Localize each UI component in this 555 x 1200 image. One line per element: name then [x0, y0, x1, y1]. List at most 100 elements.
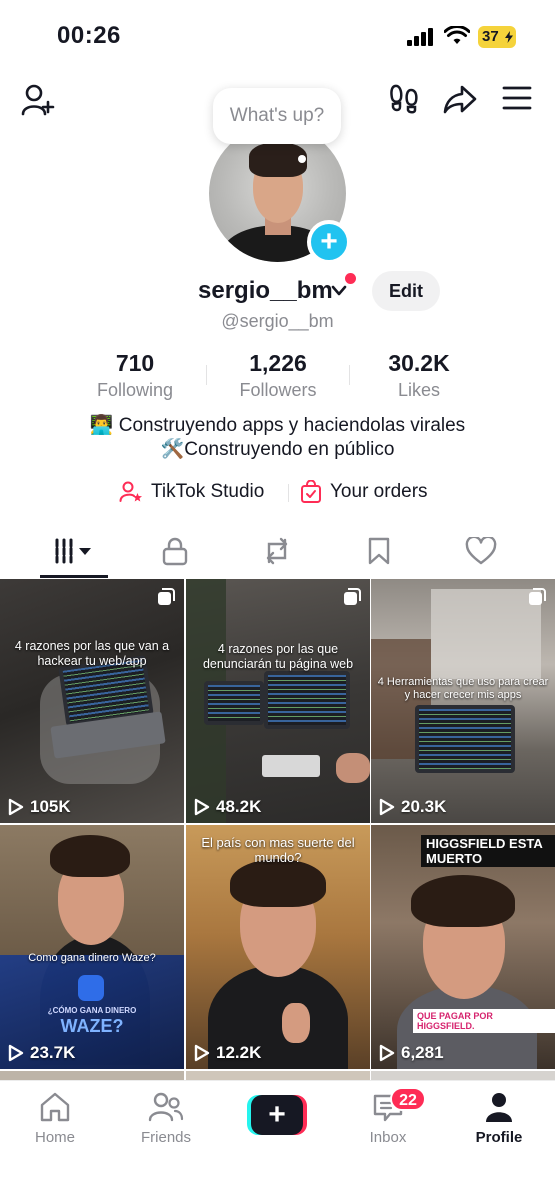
battery-indicator: 37: [478, 26, 516, 48]
video-overlay-text: El país con mas suerte del mundo?: [201, 835, 355, 865]
status-time: 00:26: [57, 22, 121, 49]
divider: [206, 365, 207, 385]
tab-private[interactable]: [140, 528, 210, 574]
play-icon: [8, 1044, 24, 1062]
nav-home[interactable]: Home: [15, 1091, 95, 1146]
status-bar: 00:26 37: [0, 0, 555, 70]
stat-followers[interactable]: 1,226 Followers: [218, 350, 338, 401]
video-tile[interactable]: 4 razones por las que van a hackear tu w…: [0, 579, 184, 823]
footprints-button[interactable]: [386, 80, 422, 116]
view-count-value: 20.3K: [401, 797, 447, 816]
menu-button[interactable]: [499, 80, 535, 116]
video-tile[interactable]: ¿CÓMO GANA DINERO WAZE? Como gana dinero…: [0, 825, 184, 1069]
plus-icon: +: [320, 225, 338, 258]
friends-icon: [148, 1092, 184, 1122]
share-icon: [443, 85, 477, 114]
play-icon: [379, 798, 395, 816]
divider: [288, 484, 289, 502]
view-count-value: 12.2K: [216, 1043, 262, 1062]
video-screen-big: WAZE?: [60, 1016, 124, 1036]
video-caption: QUE PAGAR POR HIGGSFIELD.: [413, 1009, 555, 1033]
profile-icon: [486, 1093, 512, 1122]
videos-grid-icon: [55, 538, 91, 564]
profile-tabs: [0, 528, 555, 578]
play-icon: [194, 1044, 210, 1062]
stat-value: 710: [115, 350, 155, 376]
username-handle: @sergio__bm: [221, 311, 334, 331]
tiktok-studio-link[interactable]: TikTok Studio: [119, 480, 264, 504]
nav-profile[interactable]: Profile: [459, 1091, 539, 1146]
shopping-bag-icon: [301, 480, 321, 503]
stat-label: Likes: [397, 380, 441, 400]
stat-label: Following: [96, 380, 174, 400]
video-overlay-text: HIGGSFIELD ESTA MUERTO: [421, 835, 555, 867]
divider: [349, 365, 350, 385]
repost-icon: [266, 537, 288, 565]
stat-label: Followers: [239, 380, 317, 400]
your-orders-link[interactable]: Your orders: [300, 480, 428, 504]
edit-profile-button[interactable]: Edit: [372, 271, 440, 311]
video-screen-title: ¿CÓMO GANA DINERO: [47, 1006, 137, 1015]
view-count-value: 105K: [30, 797, 71, 816]
video-overlay-text: 4 razones por las que denunciarán tu pág…: [202, 642, 354, 671]
video-overlay-text: 4 Herramientas que uso para crear y hace…: [377, 676, 549, 701]
view-count: 20.3K: [379, 797, 446, 817]
add-friend-button[interactable]: [18, 80, 58, 120]
video-tile[interactable]: El país con mas suerte del mundo? 12.2K: [186, 825, 370, 1069]
bubble-tail: [298, 155, 306, 163]
add-person-icon: [21, 84, 55, 116]
nav-friends[interactable]: Friends: [126, 1091, 206, 1146]
view-count: 48.2K: [194, 797, 261, 817]
nav-label: Inbox: [369, 1129, 407, 1146]
studio-icon: [119, 481, 142, 502]
plus-icon: +: [251, 1095, 303, 1135]
nav-label: Friends: [140, 1129, 192, 1146]
stat-value: 1,226: [249, 350, 307, 376]
stat-following[interactable]: 710 Following: [80, 350, 190, 401]
bookmark-icon: [368, 537, 390, 565]
tab-videos[interactable]: [39, 528, 109, 574]
bio-line: 🛠️Construyendo en público: [160, 439, 395, 460]
status-bubble-text: What's up?: [229, 105, 325, 126]
active-tab-indicator: [40, 575, 108, 578]
view-count: 105K: [8, 797, 71, 817]
tiktok-studio-label: TikTok Studio: [151, 481, 265, 502]
tab-liked[interactable]: [446, 528, 516, 574]
video-overlay-text: 4 razones por las que van a hackear tu w…: [14, 639, 170, 668]
status-bubble[interactable]: What's up?: [213, 88, 341, 144]
video-overlay-text: Como gana dinero Waze?: [28, 952, 156, 964]
share-profile-button[interactable]: [441, 80, 479, 118]
create-button[interactable]: +: [247, 1095, 307, 1135]
inbox-badge: 22: [390, 1087, 426, 1111]
stat-value: 30.2K: [388, 350, 450, 376]
nav-label: Profile: [475, 1129, 523, 1146]
heart-icon: [465, 537, 497, 565]
view-count-value: 6,281: [401, 1043, 444, 1062]
home-icon: [40, 1092, 70, 1122]
notification-dot: [345, 273, 356, 284]
video-tile[interactable]: HIGGSFIELD ESTA MUERTO QUE PAGAR POR HIG…: [371, 825, 555, 1069]
view-count-value: 48.2K: [216, 797, 262, 816]
view-count-value: 23.7K: [30, 1043, 76, 1062]
add-story-button[interactable]: +: [307, 220, 351, 264]
your-orders-label: Your orders: [330, 481, 428, 502]
nav-label: Home: [34, 1129, 75, 1146]
tab-favorites[interactable]: [344, 528, 414, 574]
wifi-icon: [444, 26, 470, 44]
video-tile[interactable]: 4 Herramientas que uso para crear y hace…: [371, 579, 555, 823]
footprints-icon: [390, 84, 418, 114]
multi-clip-icon: [344, 588, 361, 605]
bio-line: 👨‍💻 Construyendo apps y haciendolas vira…: [89, 415, 466, 436]
play-icon: [379, 1044, 395, 1062]
video-tile[interactable]: 4 razones por las que denunciarán tu pág…: [186, 579, 370, 823]
display-name[interactable]: sergio__bm: [198, 277, 333, 305]
chevron-down-icon[interactable]: [330, 284, 348, 298]
view-count: 6,281: [379, 1043, 444, 1063]
hamburger-menu-icon: [502, 86, 532, 110]
play-icon: [194, 798, 210, 816]
stat-likes[interactable]: 30.2K Likes: [363, 350, 475, 401]
play-icon: [8, 798, 24, 816]
lock-icon: [162, 537, 188, 566]
signal-icon: [407, 28, 435, 46]
tab-reposts[interactable]: [242, 528, 312, 574]
